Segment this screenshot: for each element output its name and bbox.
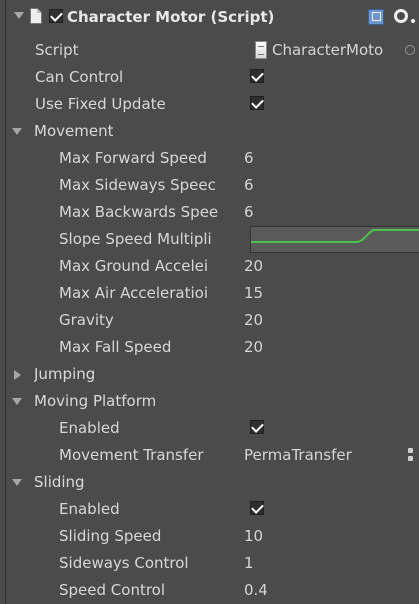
max-fall-speed-field[interactable]: 20 [244,334,263,361]
max-air-acceleration-label: Max Air Acceleratioi [59,284,209,302]
max-forward-speed-row: Max Forward Speed 6 [6,145,419,172]
max-forward-speed-label: Max Forward Speed [59,149,207,167]
max-backwards-speed-row: Max Backwards Spee 6 [6,199,419,226]
speed-control-label: Speed Control [59,581,166,599]
sideways-control-field[interactable]: 1 [244,550,254,577]
sliding-section[interactable]: Sliding [6,469,419,496]
sliding-speed-row: Sliding Speed 10 [6,523,419,550]
max-ground-acceleration-field[interactable]: 20 [244,253,263,280]
moving-platform-enabled-label: Enabled [59,419,120,437]
movement-section[interactable]: Movement [6,118,419,145]
moving-platform-enabled-row: Enabled [6,415,419,442]
component-title: Character Motor (Script) [67,8,275,26]
sliding-enabled-label: Enabled [59,500,120,518]
sliding-enabled-row: Enabled [6,496,419,523]
script-field[interactable]: CharacterMoto [272,37,404,64]
component-file-icon [30,8,42,24]
inspector-panel: Character Motor (Script) Script Characte… [5,0,419,604]
max-fall-speed-label: Max Fall Speed [59,338,172,356]
sideways-control-label: Sideways Control [59,554,189,572]
script-row: Script CharacterMoto [6,37,419,64]
movement-transfer-dropdown[interactable]: PermaTransfer [244,442,394,469]
sliding-enabled-checkbox[interactable] [250,501,264,515]
component-foldout-icon[interactable] [14,12,24,19]
moving-platform-foldout-icon[interactable] [12,398,22,405]
max-backwards-speed-field[interactable]: 6 [244,199,254,226]
use-fixed-update-checkbox[interactable] [250,96,264,110]
slope-speed-multiplier-label: Slope Speed Multipli [59,230,212,248]
sideways-control-row: Sideways Control 1 [6,550,419,577]
max-sideways-speed-field[interactable]: 6 [244,172,254,199]
component-header[interactable]: Character Motor (Script) [6,0,419,34]
moving-platform-section[interactable]: Moving Platform [6,388,419,415]
movement-foldout-icon[interactable] [12,128,22,135]
jumping-foldout-icon[interactable] [14,370,21,380]
gravity-field[interactable]: 20 [244,307,263,334]
max-sideways-speed-row: Max Sideways Speec 6 [6,172,419,199]
component-tools [362,7,419,29]
sliding-speed-field[interactable]: 10 [244,523,263,550]
max-ground-acceleration-row: Max Ground Accelei 20 [6,253,419,280]
reference-icon[interactable] [368,9,384,25]
speed-control-field[interactable]: 0.4 [244,577,268,604]
max-backwards-speed-label: Max Backwards Spee [59,203,219,221]
can-control-checkbox[interactable] [250,69,264,83]
script-file-icon [255,41,267,59]
can-control-row: Can Control [6,64,419,91]
object-picker-icon[interactable] [405,45,415,55]
moving-platform-enabled-checkbox[interactable] [250,420,264,434]
max-fall-speed-row: Max Fall Speed 20 [6,334,419,361]
gear-icon[interactable] [394,9,408,23]
dropdown-dot-icon [411,19,415,23]
use-fixed-update-row: Use Fixed Update [6,91,419,118]
gravity-label: Gravity [59,311,114,329]
slope-speed-curve-field[interactable] [250,226,419,253]
moving-platform-label: Moving Platform [34,392,157,410]
slope-speed-curve-graph [251,229,419,243]
max-forward-speed-field[interactable]: 6 [244,145,254,172]
gravity-row: Gravity 20 [6,307,419,334]
component-enabled-checkbox[interactable] [49,9,63,23]
speed-control-row: Speed Control 0.4 [6,577,419,604]
movement-label: Movement [34,122,114,140]
max-air-acceleration-row: Max Air Acceleratioi 15 [6,280,419,307]
jumping-label: Jumping [34,365,96,383]
sliding-speed-label: Sliding Speed [59,527,162,545]
can-control-label: Can Control [35,68,124,86]
max-ground-acceleration-label: Max Ground Accelei [59,257,209,275]
movement-transfer-row: Movement Transfer PermaTransfer [6,442,419,469]
movement-transfer-label: Movement Transfer [59,446,204,464]
slope-speed-curve-line [251,229,419,243]
sliding-foldout-icon[interactable] [12,479,22,486]
use-fixed-update-label: Use Fixed Update [35,95,166,113]
jumping-section[interactable]: Jumping [6,361,419,388]
script-label: Script [35,41,79,59]
dropdown-stepper-icon[interactable] [408,448,413,463]
max-sideways-speed-label: Max Sideways Speec [59,176,216,194]
max-air-acceleration-field[interactable]: 15 [244,280,263,307]
sliding-label: Sliding [34,473,85,491]
